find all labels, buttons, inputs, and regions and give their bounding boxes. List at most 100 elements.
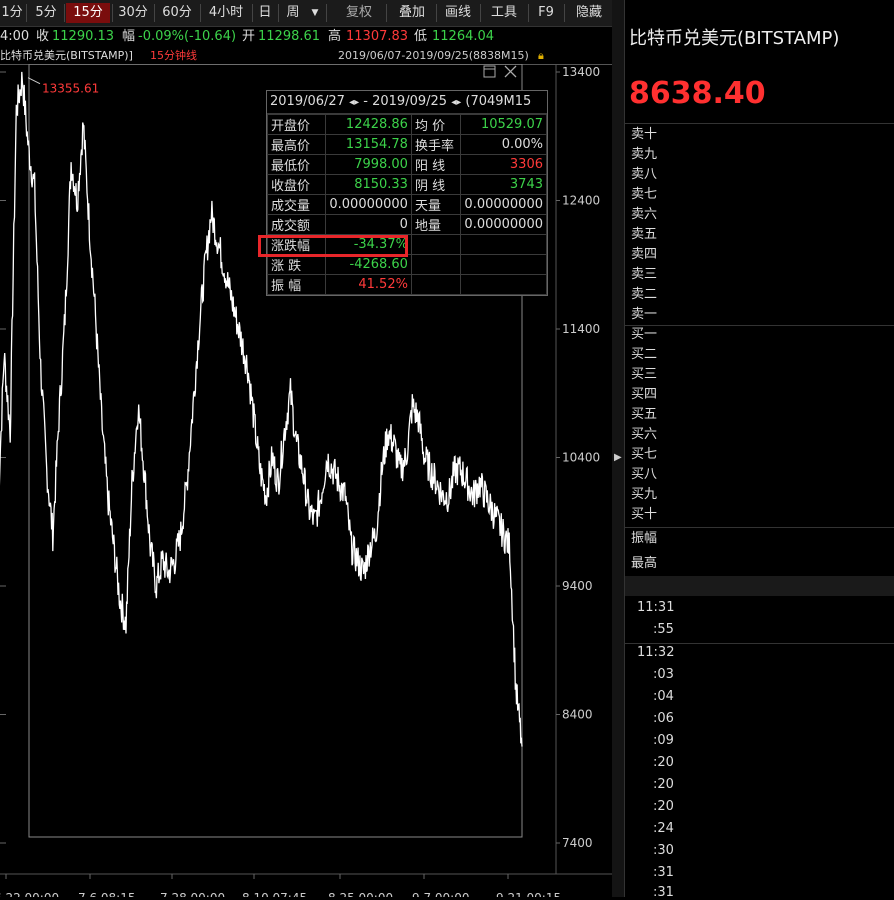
interval-stats-popup: 2019/06/27 ◂▸ - 2019/09/25 ◂▸ (7049M15 开… — [266, 90, 548, 296]
open-label: 开 — [242, 29, 256, 44]
tick-time: :03 — [653, 667, 674, 682]
stat-value: 3306 — [460, 154, 547, 175]
ask-row-label: 卖八 — [631, 167, 658, 182]
stat-value: 41.52% — [325, 274, 412, 295]
open-value: 11298.61 — [258, 29, 321, 44]
stat-label: 涨 跌 — [266, 254, 327, 275]
stat-value: 0.00000000 — [460, 214, 547, 235]
stat-label: 换手率 — [410, 134, 462, 155]
period-week[interactable]: 周 — [280, 3, 306, 23]
tick-time: :04 — [653, 689, 674, 704]
f9-button[interactable]: F9 — [530, 3, 562, 23]
x-tick-label: 9.7 00:00 — [412, 891, 469, 897]
stat-value: 3743 — [460, 174, 547, 195]
x-tick-label: 6.22 00:00 — [0, 891, 59, 897]
period-1min[interactable]: 1分 — [0, 3, 24, 23]
bid-row-label: 买六 — [631, 427, 658, 442]
bid-row-label: 买一 — [631, 327, 658, 342]
popup-bar-count: (7049M15 — [465, 94, 532, 109]
tick-time: 11:31 — [637, 600, 675, 615]
date-end-stepper-icon[interactable]: ◂▸ — [451, 97, 461, 108]
panel-symbol-title: 比特币兑美元(BITSTAMP) — [629, 28, 840, 49]
y-tick-label: 8400 — [562, 708, 593, 722]
panel-divider[interactable]: ▶ — [612, 0, 624, 897]
amplitude-label: 振幅 — [631, 531, 658, 546]
stat-label — [410, 254, 462, 275]
stat-value — [460, 274, 547, 295]
section-header — [625, 576, 894, 596]
period-15min[interactable]: 15分 — [66, 3, 110, 23]
stat-value — [460, 234, 547, 255]
hide-button[interactable]: 隐藏 — [566, 3, 612, 23]
tick-time: :06 — [653, 711, 674, 726]
period-day[interactable]: 日 — [254, 3, 276, 23]
stat-label: 最高价 — [266, 134, 327, 155]
tick-time: :20 — [653, 777, 674, 792]
stat-label: 振 幅 — [266, 274, 327, 295]
draw-line-button[interactable]: 画线 — [438, 3, 478, 23]
period-60min[interactable]: 60分 — [156, 3, 198, 23]
close-value: 11290.13 — [52, 29, 115, 44]
y-tick-label: 13400 — [562, 65, 600, 79]
tools-button[interactable]: 工具 — [482, 3, 526, 23]
stat-value — [460, 254, 547, 275]
y-tick-label: 9400 — [562, 579, 593, 593]
ask-row-label: 卖二 — [631, 287, 658, 302]
ask-row-label: 卖四 — [631, 247, 658, 262]
chart-period-label: 15分钟线 — [150, 49, 197, 62]
bid-row-label: 买七 — [631, 447, 658, 462]
period-more-dropdown-icon[interactable]: ▼ — [308, 3, 322, 23]
x-tick-label: 7.6 08:15 — [78, 891, 135, 897]
tick-time: :30 — [653, 843, 674, 858]
last-price: 8638.40 — [629, 76, 766, 111]
close-label: 收 — [36, 29, 50, 44]
tick-time: :55 — [653, 622, 674, 637]
y-tick-label: 10400 — [562, 451, 600, 465]
period-30min[interactable]: 30分 — [114, 3, 152, 23]
period-4hour[interactable]: 4小时 — [202, 3, 250, 23]
stat-value: 10529.07 — [460, 114, 547, 135]
x-tick-label: 7.28 00:00 — [160, 891, 225, 897]
chart-range-label: 2019/06/07-2019/09/25(8838M15) — [338, 49, 529, 62]
overlay-button[interactable]: 叠加 — [390, 3, 434, 23]
bid-row-label: 买八 — [631, 467, 658, 482]
period-5min[interactable]: 5分 — [30, 3, 62, 23]
max-price-marker: 13355.61 — [42, 82, 99, 96]
popup-date-start: 2019/06/27 — [270, 94, 345, 109]
bid-row-label: 买二 — [631, 347, 658, 362]
adjust-button[interactable]: 复权 — [336, 3, 382, 23]
tick-time: :09 — [653, 733, 674, 748]
expand-arrow-icon[interactable]: ▶ — [614, 452, 622, 463]
stat-label: 开盘价 — [266, 114, 327, 135]
high-label: 高 — [328, 29, 342, 44]
stat-value: -4268.60 — [325, 254, 412, 275]
popup-date-end: 2019/09/25 — [372, 94, 448, 109]
stat-label: 地量 — [410, 214, 462, 235]
low-value: 11264.04 — [432, 29, 495, 44]
change-value: -0.09%(-10.64) — [138, 29, 237, 44]
bid-row-label: 买十 — [631, 507, 658, 522]
restore-icon[interactable] — [483, 65, 496, 78]
stat-label: 最低价 — [266, 154, 327, 175]
x-tick-label: 8.10 07:45 — [242, 891, 307, 897]
stat-label: 阴 线 — [410, 174, 462, 195]
stat-value: 8150.33 — [325, 174, 412, 195]
stat-label: 收盘价 — [266, 174, 327, 195]
ask-row-label: 卖一 — [631, 307, 658, 322]
stat-label: 均 价 — [410, 114, 462, 135]
low-label: 低 — [414, 29, 428, 44]
stat-value: 7998.00 — [325, 154, 412, 175]
y-tick-label: 11400 — [562, 322, 600, 336]
ask-row-label: 卖七 — [631, 187, 658, 202]
date-start-stepper-icon[interactable]: ◂▸ — [349, 97, 359, 108]
tick-time: :24 — [653, 821, 674, 836]
stat-value: 0.00000000 — [460, 194, 547, 215]
tick-time: :20 — [653, 755, 674, 770]
stat-label: 成交量 — [266, 194, 327, 215]
ask-row-label: 卖六 — [631, 207, 658, 222]
bid-row-label: 买三 — [631, 367, 658, 382]
x-tick-label: 9.21 00:15 — [496, 891, 561, 897]
quote-bar: 4:00 收 11290.13 幅 -0.09%(-10.64) 开 11298… — [0, 26, 612, 48]
period-toolbar: 1分 5分 15分 30分 60分 4小时 日 周 ▼ 复权 叠加 画线 工具 … — [0, 0, 612, 27]
high-price-label: 最高 — [631, 556, 658, 571]
